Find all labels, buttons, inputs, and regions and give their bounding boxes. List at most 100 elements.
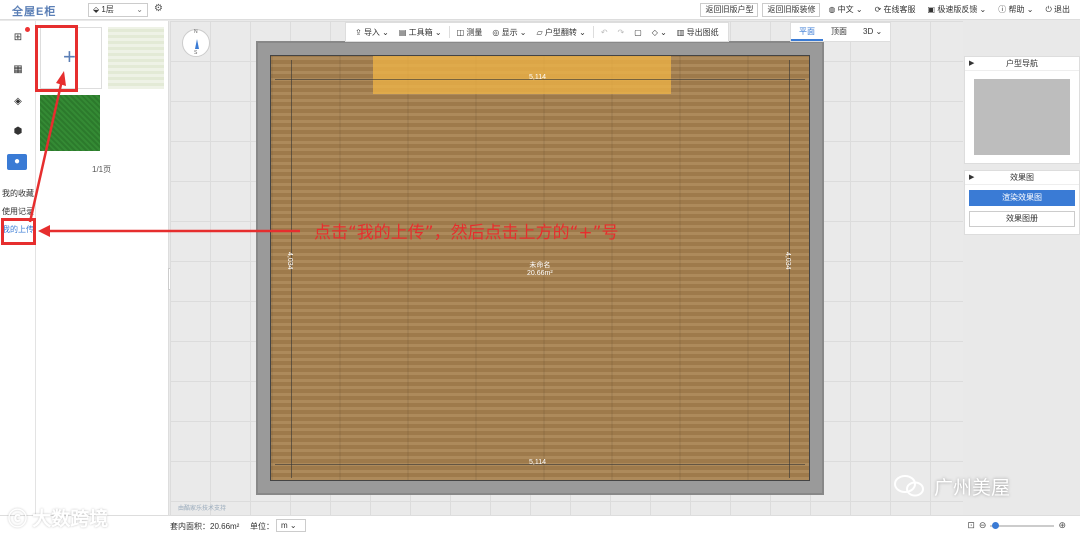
unit-select[interactable]: m ⌄: [276, 519, 306, 532]
user-icon[interactable]: ●: [7, 154, 27, 170]
eraser-icon[interactable]: ◇ ⌄: [647, 28, 672, 37]
render-album-button[interactable]: 效果图册: [969, 211, 1075, 227]
render-title: 效果图: [1010, 173, 1034, 182]
measure-label: 测量: [466, 27, 483, 37]
room-area: 20.66m²: [527, 270, 553, 277]
sidebar-item-favorites[interactable]: 我的收藏: [2, 188, 34, 199]
undo-icon[interactable]: ↶: [596, 28, 613, 37]
flip-label: 户型翻转: [544, 27, 577, 37]
layout-icon[interactable]: ⊞: [11, 31, 25, 45]
right-panel: ▶ 户型导航 ▶ 效果图 渲染效果图 效果图册: [964, 56, 1080, 241]
divider: [448, 26, 450, 38]
status-bar: 套内面积：20.66m² 单位： m ⌄ ⊡ ⊖ ⊕: [0, 515, 1080, 535]
online-service-link[interactable]: ⟳ 在线客服: [871, 3, 920, 17]
compass-needle-icon: [195, 39, 199, 49]
feedback-icon: ▣: [927, 5, 938, 14]
render-header[interactable]: ▶ 效果图: [965, 171, 1079, 185]
zoom-slider-handle[interactable]: [992, 521, 1000, 529]
room-name: 未命名: [529, 262, 551, 269]
room-floor[interactable]: 5,114 5,114 4,034 4,034 未命名 20.66m²: [270, 55, 810, 481]
flip-button[interactable]: ▱ 户型翻转 ⌄: [532, 27, 591, 38]
watermark-right: 广州美屋: [934, 478, 1011, 499]
language-label: 中文: [837, 5, 854, 14]
display-label: 显示: [501, 27, 518, 37]
display-button[interactable]: ◎ 显示 ⌄: [487, 27, 531, 38]
export-drawing-button[interactable]: ▥ 导出图纸: [672, 27, 724, 38]
sidebar-item-history[interactable]: 使用记录: [2, 206, 34, 217]
zoom-in-icon[interactable]: ⊕: [1058, 520, 1066, 531]
return-old-decoration-button[interactable]: 返回旧版装修: [762, 3, 821, 17]
support-icon: ⟳: [874, 5, 884, 14]
cube-icon[interactable]: ◈: [11, 95, 25, 109]
room-wall[interactable]: 5,114 5,114 4,034 4,034 未命名 20.66m²: [256, 41, 824, 495]
logout-link[interactable]: ⏻ 退出: [1041, 3, 1074, 17]
zoom-control: ⊡ ⊖ ⊕: [967, 520, 1066, 531]
main-toolbar: ⇪ 导入 ⌄ ▤ 工具箱 ⌄ ◫ 测量 ◎ 显示 ⌄ ▱ 户型翻转 ⌄ ↶ ↷ …: [345, 22, 729, 42]
dimension-right: 4,034: [784, 252, 791, 270]
powered-by: 由酷家乐技术支持: [178, 506, 227, 512]
online-service-label: 在线客服: [883, 5, 916, 14]
watermark-left: ⓒ 大数跨境: [8, 504, 108, 531]
room-label[interactable]: 未命名 20.66m²: [527, 262, 553, 278]
asset-thumbnail[interactable]: [108, 27, 164, 89]
measure-button[interactable]: ◫ 测量: [452, 27, 488, 38]
chevron-down-icon: ⌄: [136, 5, 143, 14]
language-link[interactable]: ◍ 中文 ⌄: [824, 3, 866, 17]
floor-area: 套内面积：20.66m²: [170, 522, 240, 531]
navigator-title: 户型导航: [1006, 59, 1038, 68]
selection-highlight: [373, 56, 671, 94]
divider: [592, 26, 594, 38]
toolbox-button[interactable]: ▤ 工具箱 ⌄: [394, 27, 447, 38]
fit-view-icon[interactable]: ⊡: [967, 520, 975, 531]
collapse-icon: ▶: [969, 60, 975, 67]
return-old-floorplan-button[interactable]: 返回旧版户型: [700, 3, 759, 17]
tab-ceiling[interactable]: 顶面: [823, 23, 855, 41]
asset-panel: + 1/1页: [36, 21, 169, 515]
export-label: 导出图纸: [686, 27, 719, 37]
compass-north: N: [194, 29, 198, 35]
help-link[interactable]: ⓘ 帮助 ⌄: [994, 3, 1037, 17]
zoom-out-icon[interactable]: ⊖: [979, 520, 987, 531]
top-right-actions: 返回旧版户型 返回旧版装修 ◍ 中文 ⌄ ⟳ 在线客服 ▣ 极速版反馈 ⌄ ⓘ …: [700, 3, 1074, 17]
feedback-link[interactable]: ▣ 极速版反馈 ⌄: [924, 3, 991, 17]
tab-3d[interactable]: 3D ⌄: [855, 23, 890, 41]
tab-plan[interactable]: 平面: [791, 23, 823, 41]
pager: 1/1页: [92, 165, 112, 174]
gear-icon[interactable]: ⚙: [154, 3, 163, 14]
import-button[interactable]: ⇪ 导入 ⌄: [350, 27, 394, 38]
redo-icon[interactable]: ↷: [613, 28, 630, 37]
tab-3d-label: 3D: [863, 27, 874, 36]
grid-icon[interactable]: ▦: [11, 63, 25, 77]
collapse-icon: ▶: [969, 174, 975, 181]
power-icon: ⏻: [1045, 5, 1054, 14]
wechat-icon: [894, 475, 924, 497]
app-logo: 全屋E柜: [12, 6, 57, 18]
design-canvas[interactable]: N S 5,114 5,114 4,034 4,034 未命名 20.66m² …: [170, 21, 963, 515]
import-label: 导入: [363, 27, 380, 37]
navigator-header[interactable]: ▶ 户型导航: [965, 57, 1079, 71]
floor-select-value: 1层: [101, 5, 114, 14]
left-icon-strip: ⊞ ▦ ◈ ⬢ ● 我的收藏 使用记录 我的上传: [0, 21, 36, 515]
render-panel: ▶ 效果图 渲染效果图 效果图册: [964, 170, 1080, 235]
unit-label: 单位：: [250, 522, 274, 531]
hexagon-icon[interactable]: ⬢: [11, 125, 25, 139]
asset-thumbnail[interactable]: [40, 95, 100, 151]
toolbox-label: 工具箱: [408, 27, 433, 37]
annotation-highlight-my-uploads: [1, 218, 36, 245]
zoom-slider[interactable]: [990, 521, 1055, 529]
render-button[interactable]: 渲染效果图: [969, 190, 1075, 206]
dimension-left: 4,034: [286, 252, 293, 270]
compass[interactable]: N S: [182, 29, 210, 57]
top-bar: 全屋E柜 ⬙ 1层 ⌄ ⚙ 返回旧版户型 返回旧版装修 ◍ 中文 ⌄ ⟳ 在线客…: [0, 0, 1080, 20]
navigator-preview[interactable]: [974, 79, 1070, 155]
view-tabs: 平面 顶面 3D ⌄: [790, 22, 892, 42]
watermark-left-text: 大数跨境: [32, 509, 109, 530]
globe-icon: ◍: [828, 5, 838, 14]
dimension-bottom: 5,114: [529, 459, 546, 466]
save-icon[interactable]: ▢: [629, 28, 647, 37]
annotation-instruction: 点击“我的上传”，然后点击上方的“+”号: [314, 223, 619, 243]
unit-value: m: [281, 521, 288, 530]
notification-dot: [25, 27, 30, 32]
watermark-logo-icon: ⓒ: [8, 509, 33, 530]
floor-select[interactable]: ⬙ 1层 ⌄: [88, 3, 148, 17]
